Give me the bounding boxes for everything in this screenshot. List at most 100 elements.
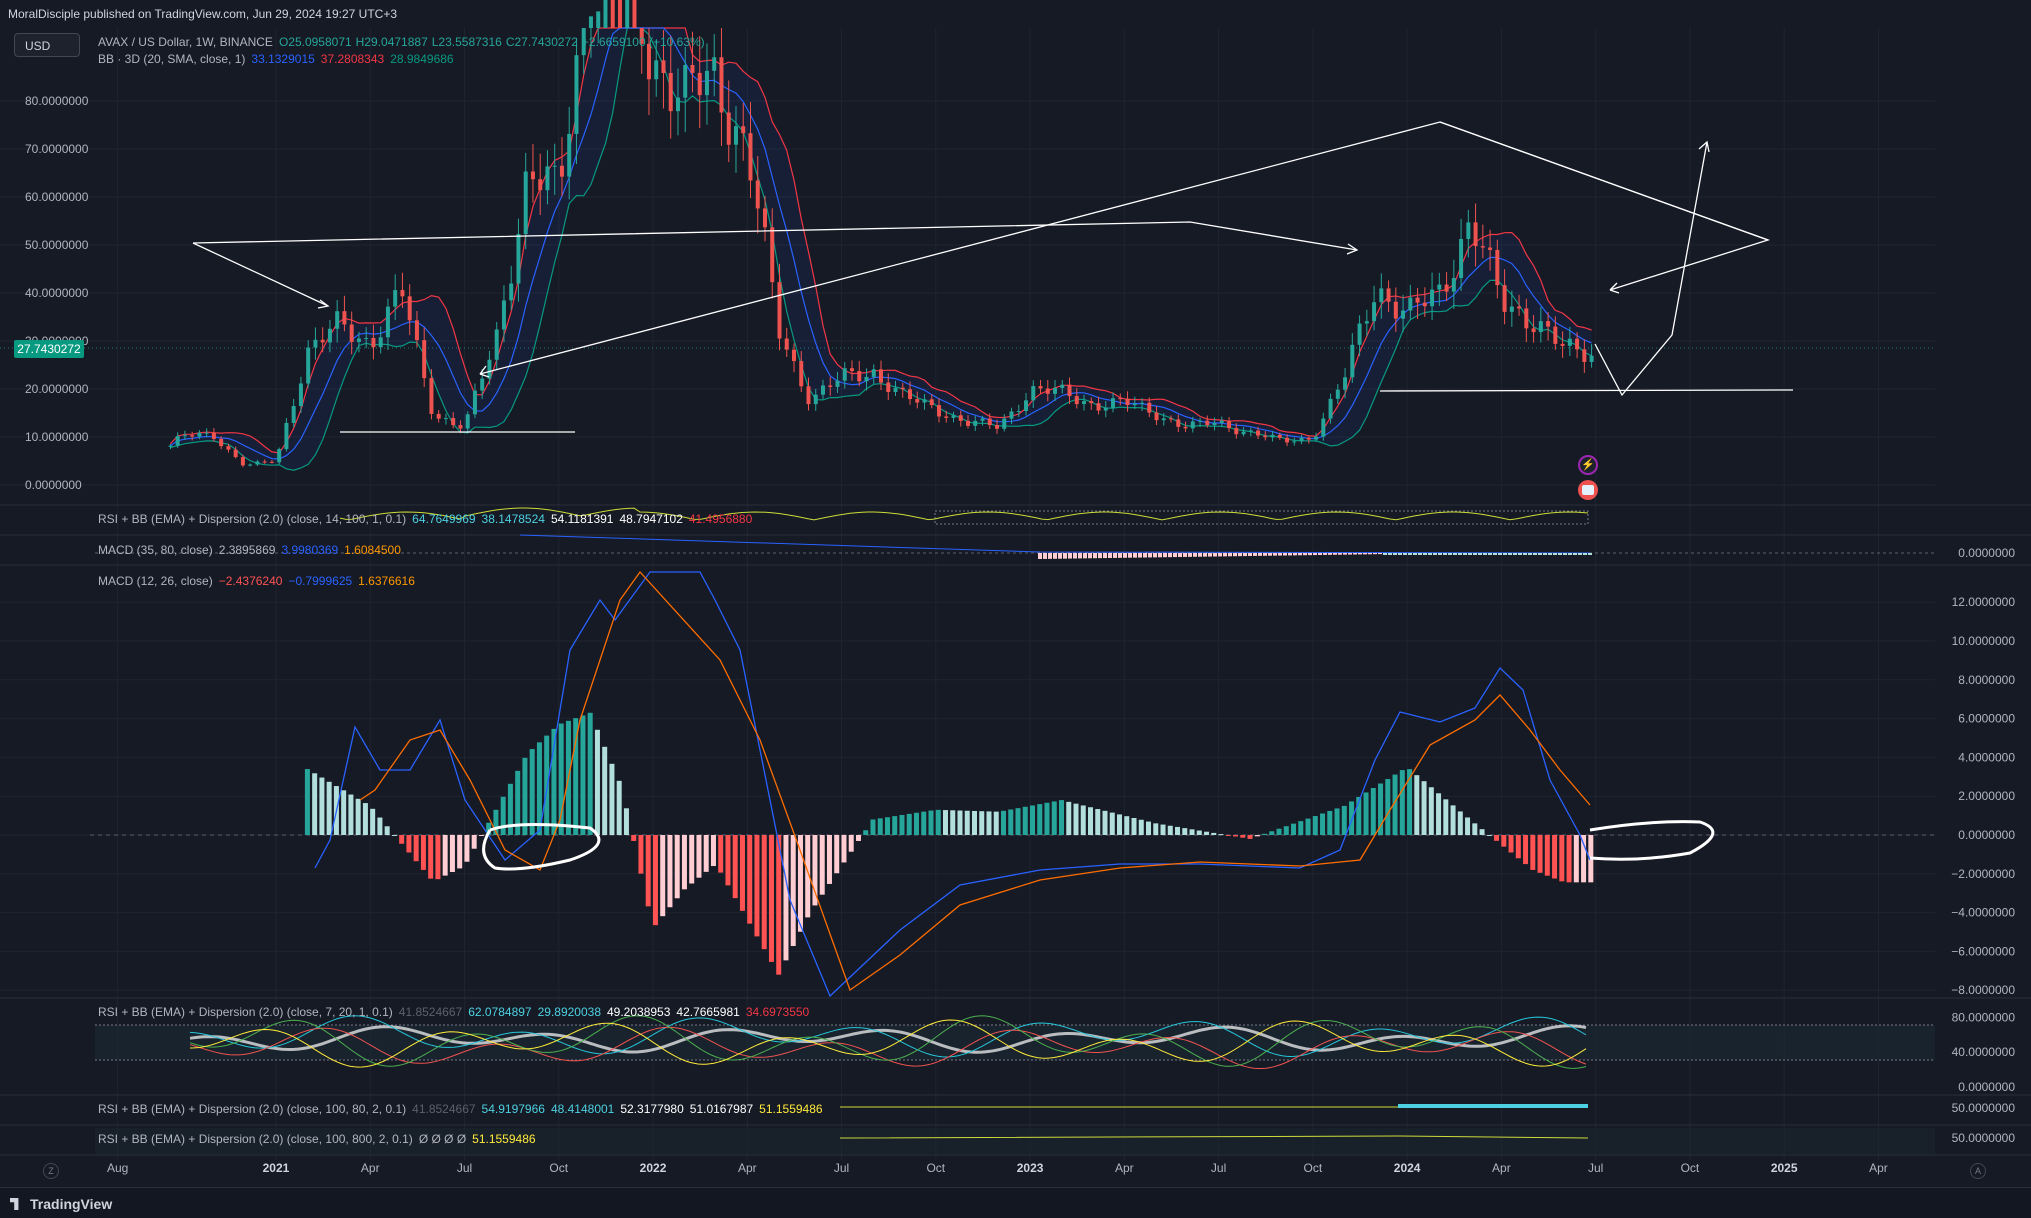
rsi3-axis-label: 50.0000000 <box>1952 1101 2016 1115</box>
currency-selector[interactable]: USD <box>14 33 80 57</box>
candle-body-13 <box>262 461 267 463</box>
chart-canvas[interactable]: 80.0000000 70.0000000 60.0000000 50.0000000… <box>0 0 2031 1217</box>
macd2-hist-bar <box>1414 775 1420 835</box>
candle-body-21 <box>320 339 325 343</box>
projection-head <box>1698 140 1710 153</box>
macd2-hist-bar <box>500 796 506 835</box>
macd1-legend: MACD (35, 80, close) 2.3895869 3.9980369 1.… <box>98 543 407 557</box>
macd2-hist-bar <box>1312 816 1318 835</box>
candle-body-19 <box>306 347 311 384</box>
macd1-hist-bar <box>1528 553 1532 555</box>
macd2-hist-bar <box>594 729 600 835</box>
macd1-hist-bar <box>1143 553 1147 558</box>
macd2-hist-bar <box>616 780 622 835</box>
candle-body-182 <box>1488 247 1493 250</box>
candle-body-168 <box>1386 288 1391 302</box>
macd1-hist-bar <box>1203 553 1207 557</box>
candle-body-131 <box>1118 398 1123 400</box>
macd1-hist-bar <box>1558 553 1562 555</box>
candle-body-74 <box>704 70 709 96</box>
lightning-icon[interactable]: ⚡ <box>1578 455 1598 475</box>
macd2-hist-bar <box>1059 800 1065 835</box>
candle-body-127 <box>1089 401 1094 404</box>
bb-basis-value: 33.1329015 <box>251 52 315 66</box>
macd2-hist-bar <box>1421 781 1427 835</box>
macd1-hist-bar <box>1573 553 1577 555</box>
macd1-hist-bar <box>1498 553 1502 555</box>
price-axis-label: 40.0000000 <box>25 286 89 300</box>
rsi2-v1: 62.0784897 <box>468 1005 532 1019</box>
macd2-hist-bar <box>355 798 361 835</box>
highlight-circle-2024 <box>1589 820 1715 861</box>
candle-body-30 <box>385 306 390 338</box>
macd2-hist-bar <box>1457 811 1463 835</box>
candle-body-175 <box>1437 284 1442 290</box>
candle-body-45 <box>494 329 499 360</box>
time-axis-label: 2025 <box>1771 1161 1798 1175</box>
candle-body-108 <box>951 415 956 418</box>
macd1-line <box>519 534 1591 554</box>
macd1-hist-bar <box>1303 553 1307 556</box>
flag-icon[interactable] <box>1578 480 1598 500</box>
candle-body-133 <box>1132 403 1137 406</box>
macd2-hist-bar <box>478 835 484 836</box>
candle-body-180 <box>1473 222 1478 247</box>
macd1-hist-bar <box>1378 553 1382 555</box>
time-axis-label: Oct <box>549 1161 568 1175</box>
macd1-hist-bar <box>1243 553 1247 557</box>
price-axis-label: 60.0000000 <box>25 190 89 204</box>
macd1-hist-bar <box>1373 553 1377 555</box>
macd-axis-label: 6.0000000 <box>1958 712 2015 726</box>
macd2-hist-bar <box>1472 823 1478 835</box>
auto-scale-button[interactable]: A <box>1970 1163 1986 1179</box>
macd1-hist-bar <box>1093 553 1097 559</box>
macd1-hist-bar <box>1058 553 1062 559</box>
zoom-z-button[interactable]: Z <box>43 1163 59 1179</box>
candle-body-130 <box>1111 398 1116 408</box>
price-axis-label: 0.0000000 <box>25 478 82 492</box>
candle-body-193 <box>1567 338 1572 346</box>
candle-body-82 <box>762 208 767 228</box>
macd1-hist-bar <box>1063 553 1067 559</box>
macd1-hist-bar <box>1568 553 1572 555</box>
candle-body-144 <box>1212 422 1217 426</box>
tradingview-logo[interactable]: TradingView <box>10 1196 112 1212</box>
macd2-hist-bar <box>1552 835 1558 879</box>
macd2-hist-bar <box>442 835 448 876</box>
macd1-hist-bar <box>1393 553 1397 555</box>
rsi4-v1: Ø Ø Ø Ø <box>418 1132 467 1146</box>
macd1-hist-bar <box>1358 553 1362 555</box>
candle-body-132 <box>1125 398 1130 406</box>
macd1-hist-bar <box>1168 553 1172 558</box>
macd2-hist-bar <box>783 835 789 961</box>
macd2-hist-bar <box>1320 813 1326 835</box>
macd2-hist-bar <box>834 835 840 874</box>
candle-body-151 <box>1263 435 1268 438</box>
macd2-hist-bar <box>681 835 687 890</box>
macd2-hist-bar <box>732 835 738 899</box>
macd2-hist-bar <box>906 813 912 835</box>
candle-body-105 <box>929 399 934 406</box>
macd2-hist-bar <box>942 810 948 835</box>
macd2-hist-bar <box>1044 802 1050 835</box>
macd2-hist-bar <box>377 817 383 835</box>
macd2-hist-bar <box>529 749 535 835</box>
macd1-hist-bar <box>1508 553 1512 555</box>
macd2-hist-bar <box>1530 835 1536 870</box>
rsi1-v5: 41.4956880 <box>688 512 753 526</box>
publish-text: MoralDisciple published on TradingView.c… <box>8 7 398 21</box>
macd2-hist-bar <box>1291 823 1297 835</box>
rsi2-v3: 49.2038953 <box>607 1005 671 1019</box>
macd2-hist-bar <box>1233 835 1239 837</box>
macd2-hist-bar <box>1117 814 1123 835</box>
macd2-hist-bar <box>1022 806 1028 835</box>
macd2-hist-bar <box>580 715 586 835</box>
candle-body-104 <box>922 399 927 403</box>
rsi3-legend: RSI + BB (EMA) + Dispersion (2.0) (close… <box>98 1102 829 1116</box>
macd1-hist-bar <box>1318 553 1322 555</box>
candle-body-79 <box>741 126 746 134</box>
macd1-hist-bar <box>1213 553 1217 557</box>
macd1-hist-bar <box>1233 553 1237 557</box>
candle-body-96 <box>864 376 869 382</box>
macd2-hist-bar <box>1146 821 1152 835</box>
